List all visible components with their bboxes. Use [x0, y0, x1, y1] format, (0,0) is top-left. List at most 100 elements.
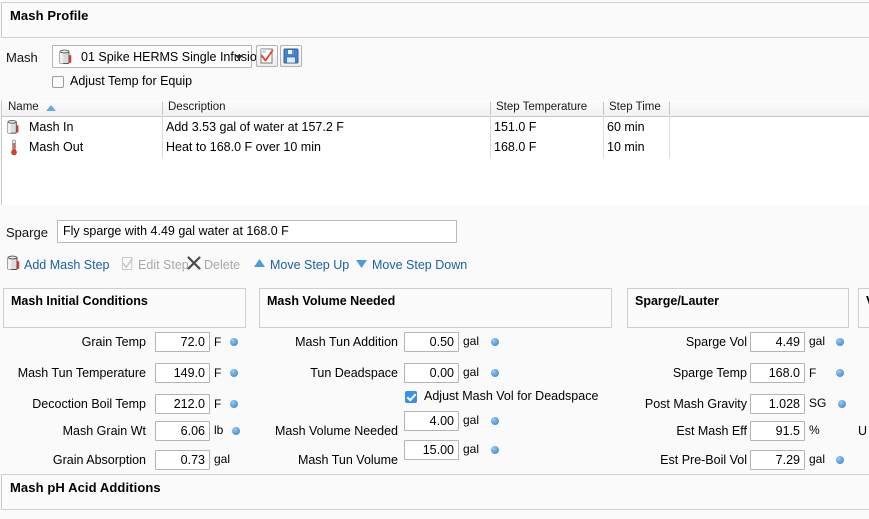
mash-tun-volume-field[interactable]: 15.00	[404, 440, 459, 460]
sparge-vol-indicator-dot[interactable]	[836, 338, 844, 346]
tun-deadspace-unit: gal	[463, 365, 480, 379]
mash-tun-volume-label: Mash Tun Volume	[297, 453, 398, 467]
grain-absorption-value: 0.73	[180, 453, 205, 467]
cell-description: Add 3.53 gal of water at 157.2 F	[166, 120, 344, 134]
est-pre-boil-vol-indicator-dot[interactable]	[836, 456, 844, 464]
est-mash-eff-field[interactable]: 91.5	[750, 421, 805, 441]
mash-tun-temperature-value: 149.0	[173, 366, 205, 380]
sparge-vol-field[interactable]: 4.49	[750, 332, 805, 352]
mash-grain-wt-field[interactable]: 6.06	[155, 421, 210, 441]
triangle-up-icon	[254, 259, 265, 267]
cell-step-temperature: 151.0 F	[494, 120, 537, 134]
decoction-boil-temp-unit: F	[214, 397, 222, 411]
move-step-up-button[interactable]: Move Step Up	[270, 258, 349, 272]
cell-description: Heat to 168.0 F over 10 min	[166, 140, 321, 154]
est-pre-boil-vol-label: Est Pre-Boil Vol	[660, 453, 747, 467]
panel-title: Mash Initial Conditions	[11, 294, 148, 308]
panel-title: Sparge/Lauter	[635, 294, 720, 308]
cell-name: Mash In	[29, 120, 74, 134]
thermometer-icon	[11, 139, 17, 156]
mash-tun-icon	[7, 120, 19, 134]
grain-temp-value: 72.0	[180, 335, 205, 349]
mash-tun-addition-indicator-dot[interactable]	[491, 338, 499, 346]
page-title: Mash Profile	[10, 8, 89, 23]
table-row[interactable]: Mash Out Heat to 168.0 F over 10 min 168…	[2, 138, 869, 158]
mash-volume-needed-label: Mash Volume Needed	[275, 424, 398, 438]
adjust-temp-for-equip-checkbox[interactable]	[52, 76, 64, 88]
column-header-description[interactable]: Description	[168, 101, 226, 113]
mash-volume-needed-indicator-dot[interactable]	[491, 417, 499, 425]
cell-step-temperature: 168.0 F	[494, 140, 537, 154]
post-mash-gravity-indicator-dot[interactable]	[838, 400, 846, 408]
grain-temp-label: Grain Temp	[81, 335, 146, 349]
sparge-temp-label: Sparge Temp	[672, 366, 747, 380]
mash-tun-volume-indicator-dot[interactable]	[491, 446, 499, 454]
sparge-vol-unit: gal	[809, 334, 826, 348]
grain-absorption-unit: gal	[214, 452, 231, 466]
column-header-step-time[interactable]: Step Time	[609, 101, 661, 113]
sparge-description-value: Fly sparge with 4.49 gal water at 168.0 …	[63, 224, 289, 238]
mash-tun-icon	[59, 49, 72, 64]
mash-volume-needed-field[interactable]: 4.00	[404, 411, 459, 431]
mash-tun-addition-value: 0.50	[429, 335, 454, 349]
decoction-boil-temp-label: Decoction Boil Temp	[32, 397, 146, 411]
table-header-row: Name Description Step Temperature Step T…	[2, 100, 869, 117]
tun-deadspace-value: 0.00	[429, 366, 454, 380]
edit-check-icon	[121, 257, 133, 270]
decoction-boil-temp-indicator-dot[interactable]	[230, 400, 238, 408]
mash-profile-dropdown[interactable]: 01 Spike HERMS Single Infusion	[52, 45, 264, 68]
cell-step-time: 10 min	[607, 140, 645, 154]
column-header-step-temperature[interactable]: Step Temperature	[496, 101, 587, 113]
mash-grain-wt-label: Mash Grain Wt	[62, 424, 146, 438]
cell-step-time: 60 min	[607, 120, 645, 134]
decoction-boil-temp-field[interactable]: 212.0	[155, 394, 210, 414]
grain-temp-unit: F	[214, 335, 222, 349]
grain-absorption-label: Grain Absorption	[52, 453, 146, 467]
delete-button[interactable]: Delete	[204, 258, 240, 272]
adjust-mash-vol-for-deadspace-checkbox[interactable]	[405, 391, 417, 403]
sparge-vol-value: 4.49	[775, 335, 800, 349]
edit-step-button[interactable]: Edit Step	[138, 258, 189, 272]
est-pre-boil-vol-unit: gal	[809, 452, 826, 466]
sparge-temp-unit: F	[809, 366, 817, 380]
mash-tun-temperature-label: Mash Tun Temperature	[17, 366, 146, 380]
apply-profile-button[interactable]	[256, 45, 278, 67]
adjust-mash-vol-for-deadspace-label: Adjust Mash Vol for Deadspace	[424, 389, 599, 403]
table-row[interactable]: Mash In Add 3.53 gal of water at 157.2 F…	[2, 118, 869, 138]
mash-volume-needed-unit: gal	[463, 413, 480, 427]
triangle-down-icon	[356, 260, 367, 268]
sparge-description-field[interactable]: Fly sparge with 4.49 gal water at 168.0 …	[57, 220, 457, 243]
mash-volume-needed-panel: Mash Volume Needed	[259, 288, 612, 328]
tun-deadspace-field[interactable]: 0.00	[404, 363, 459, 383]
sparge-temp-value: 168.0	[768, 366, 800, 380]
mash-tun-temperature-unit: F	[214, 366, 222, 380]
column-header-name[interactable]: Name	[8, 101, 39, 113]
grain-absorption-field[interactable]: 0.73	[155, 450, 210, 470]
move-step-down-button[interactable]: Move Step Down	[372, 258, 467, 272]
adjust-temp-for-equip-label: Adjust Temp for Equip	[70, 74, 193, 88]
save-profile-button[interactable]	[280, 45, 302, 67]
mash-tun-temperature-field[interactable]: 149.0	[155, 363, 210, 383]
est-pre-boil-vol-field[interactable]: 7.29	[750, 450, 805, 470]
mash-tun-volume-unit: gal	[463, 442, 480, 456]
mash-label: Mash	[6, 50, 38, 65]
mash-volume-needed-value: 4.00	[429, 414, 454, 428]
cell-name: Mash Out	[29, 140, 84, 154]
sparge-temp-indicator-dot[interactable]	[836, 369, 844, 377]
chevron-down-icon	[235, 55, 243, 60]
post-mash-gravity-field[interactable]: 1.028	[750, 394, 805, 414]
mash-grain-wt-value: 6.06	[180, 424, 205, 438]
panel-title: Mash Volume Needed	[267, 294, 396, 308]
decoction-boil-temp-value: 212.0	[173, 397, 205, 411]
mash-tun-addition-field[interactable]: 0.50	[404, 332, 459, 352]
add-mash-step-button[interactable]: Add Mash Step	[24, 258, 109, 272]
sparge-temp-field[interactable]: 168.0	[750, 363, 805, 383]
grain-temp-indicator-dot[interactable]	[230, 338, 238, 346]
tun-deadspace-indicator-dot[interactable]	[491, 369, 499, 377]
est-pre-boil-vol-value: 7.29	[775, 453, 800, 467]
grain-temp-field[interactable]: 72.0	[155, 332, 210, 352]
mash-tun-temperature-indicator-dot[interactable]	[230, 369, 238, 377]
sparge-vol-label: Sparge Vol	[685, 335, 747, 349]
clipped-right-panel: V	[858, 288, 869, 328]
mash-grain-wt-indicator-dot[interactable]	[232, 427, 240, 435]
